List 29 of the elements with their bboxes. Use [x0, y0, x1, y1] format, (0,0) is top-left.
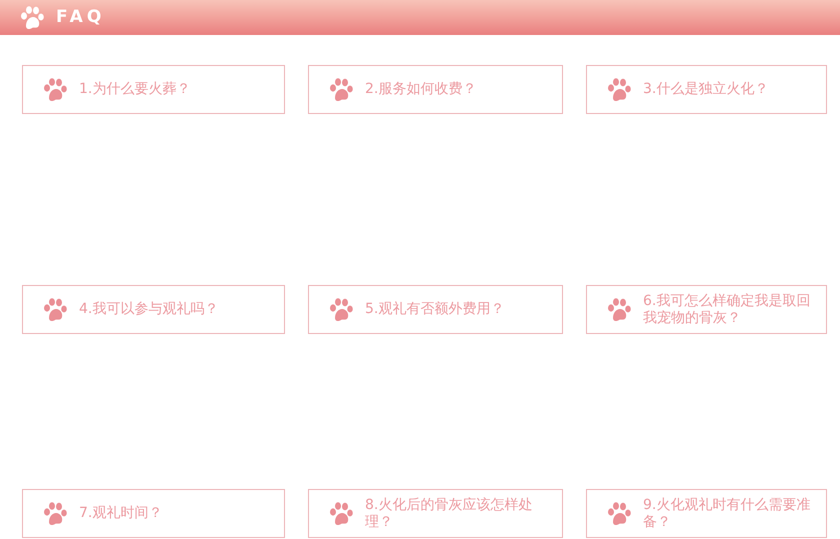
- faq-card[interactable]: 7.观礼时间？: [22, 489, 285, 538]
- faq-question: 2.服务如何收费？: [365, 81, 476, 98]
- faq-question: 8.火化后的骨灰应该怎样处理？: [365, 496, 534, 530]
- faq-question: 3.什么是独立火化？: [643, 81, 768, 98]
- faq-question: 5.观礼有否额外费用？: [365, 301, 504, 318]
- paw-icon: [607, 296, 631, 322]
- paw-icon: [43, 296, 67, 322]
- faq-card[interactable]: 9.火化观礼时有什么需要准备？: [586, 489, 827, 538]
- paw-icon: [43, 500, 67, 526]
- paw-icon: [20, 4, 44, 30]
- paw-icon: [329, 296, 353, 322]
- paw-icon: [329, 76, 353, 102]
- faq-card[interactable]: 1.为什么要火葬？: [22, 65, 285, 114]
- faq-question: 9.火化观礼时有什么需要准备？: [643, 496, 812, 530]
- faq-card[interactable]: 2.服务如何收费？: [308, 65, 563, 114]
- paw-icon: [329, 500, 353, 526]
- faq-question: 1.为什么要火葬？: [79, 81, 190, 98]
- paw-icon: [607, 76, 631, 102]
- header-title: FAQ: [56, 6, 106, 29]
- faq-card[interactable]: 5.观礼有否额外费用？: [308, 285, 563, 334]
- faq-card[interactable]: 8.火化后的骨灰应该怎样处理？: [308, 489, 563, 538]
- faq-question: 7.观礼时间？: [79, 505, 162, 522]
- faq-question: 4.我可以参与观礼吗？: [79, 301, 218, 318]
- paw-icon: [43, 76, 67, 102]
- faq-card[interactable]: 6.我可怎么样确定我是取回我宠物的骨灰？: [586, 285, 827, 334]
- faq-card[interactable]: 4.我可以参与观礼吗？: [22, 285, 285, 334]
- faq-question: 6.我可怎么样确定我是取回我宠物的骨灰？: [643, 292, 812, 326]
- paw-icon: [607, 500, 631, 526]
- faq-card[interactable]: 3.什么是独立火化？: [586, 65, 827, 114]
